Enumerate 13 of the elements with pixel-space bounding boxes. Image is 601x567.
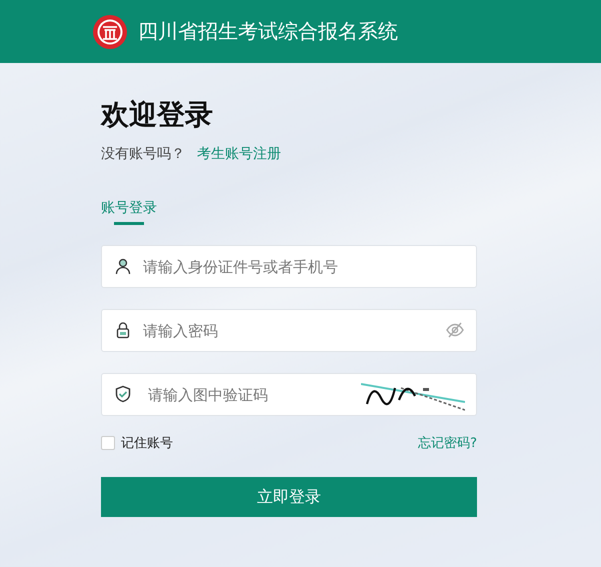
remember-checkbox[interactable] [101, 436, 115, 450]
hidden-eye-icon[interactable] [445, 320, 465, 340]
forgot-password-link[interactable]: 忘记密码? [418, 434, 477, 452]
remember-label: 记住账号 [121, 435, 173, 452]
logo-icon [92, 14, 128, 50]
login-tab[interactable]: 账号登录 [101, 199, 157, 225]
input-field[interactable]: 请输入身份证件号或者手机号 [101, 245, 477, 288]
login-button[interactable]: 立即登录 [101, 477, 477, 517]
register-link[interactable]: 考生账号注册 [197, 145, 281, 163]
input-field[interactable]: 请输入密码 [101, 309, 477, 352]
system-title: 四川省招生考试综合报名系统 [138, 18, 398, 45]
no-account-text: 没有账号吗？ [101, 145, 185, 163]
welcome-heading: 欢迎登录 [101, 97, 214, 133]
